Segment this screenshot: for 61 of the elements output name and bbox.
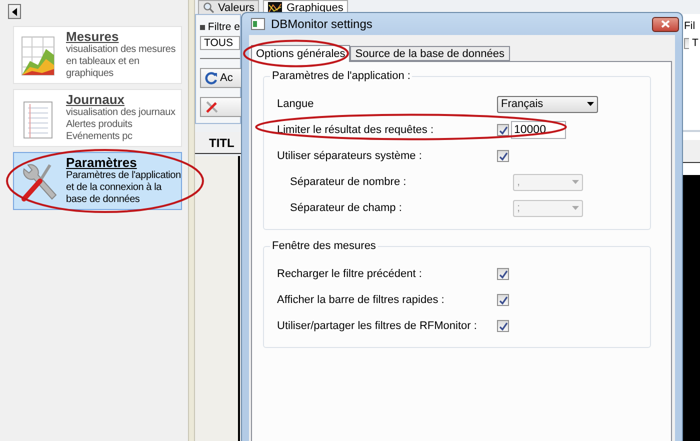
- caret-icon: [572, 180, 579, 184]
- filter-label: Filtre e: [200, 21, 240, 33]
- setting-label: Utiliser/partager les filtres de RFMonitor :: [277, 320, 478, 332]
- card-description: Paramètres de l'application: [66, 170, 181, 182]
- setting-label: Utiliser séparateurs système :: [277, 150, 423, 162]
- checkbox[interactable]: [497, 268, 509, 280]
- card-title: Journaux: [66, 92, 126, 107]
- table-header: [683, 140, 700, 163]
- setting-label: Séparateur de champ :: [290, 202, 403, 214]
- checkbox[interactable]: [684, 38, 689, 48]
- setting-label: Langue: [277, 98, 315, 110]
- search-icon: [203, 2, 214, 13]
- setting-label: Limiter le résultat des requêtes :: [277, 124, 435, 136]
- card-description: graphiques: [66, 68, 114, 80]
- chart-icon: [268, 2, 282, 14]
- settings-tab[interactable]: Options générales: [251, 45, 350, 62]
- limit-input[interactable]: 10000: [511, 121, 566, 139]
- collapse-button[interactable]: [8, 4, 21, 19]
- card-title: Paramètres: [66, 155, 138, 170]
- refresh-icon: [205, 72, 218, 85]
- card-description: Evénements pc: [66, 131, 134, 143]
- card-description: visualisation des journaux: [66, 107, 176, 119]
- card-description: visualisation des mesures: [66, 44, 176, 56]
- settings-tab[interactable]: Source de la base de données: [350, 46, 510, 61]
- caret-icon: [587, 102, 594, 106]
- toolbar-button[interactable]: [200, 97, 242, 117]
- checkbox[interactable]: [497, 320, 509, 332]
- card-description: Alertes produits: [66, 119, 134, 131]
- dropdown-value: ,: [517, 176, 520, 188]
- group-title: Fenêtre des mesures: [270, 240, 378, 252]
- checkbox[interactable]: [497, 150, 509, 162]
- navigation-card[interactable]: Paramètres Paramètres de l'application et de la connexion à la base de données: [13, 152, 182, 210]
- view-tab[interactable]: Valeurs: [198, 0, 260, 14]
- dropdown-value: Français: [501, 98, 544, 110]
- card-title: Mesures: [66, 29, 120, 44]
- filter-label: Fil: [684, 20, 696, 32]
- navigation-card[interactable]: Journaux visualisation des journaux Alertes produits Evénements pc: [13, 89, 182, 147]
- dropdown[interactable]: Français: [497, 96, 598, 112]
- bullet-icon: [200, 24, 205, 30]
- setting-label: Séparateur de nombre :: [290, 176, 408, 188]
- checkbox[interactable]: [497, 124, 509, 136]
- tools-icon: [205, 100, 218, 114]
- close-icon: [661, 20, 670, 28]
- column-header: TITL: [195, 132, 241, 154]
- window-title: DBMonitor settings: [271, 17, 374, 31]
- dropdown-value: ;: [517, 202, 520, 214]
- close-button[interactable]: [652, 16, 679, 32]
- filter-dropdown[interactable]: TOUS: [200, 36, 240, 50]
- card-description: base de données: [66, 194, 141, 206]
- left-triangle-icon: [12, 8, 17, 16]
- setting-label: Recharger le filtre précédent :: [277, 268, 423, 280]
- navigation-card[interactable]: Mesures visualisation des mesures en tableaux et en graphiques: [13, 26, 182, 84]
- card-description: en tableaux et en: [66, 56, 140, 68]
- caret-icon: [572, 206, 579, 210]
- checkbox-label: T: [692, 37, 698, 49]
- checkbox[interactable]: [497, 294, 509, 306]
- group-title: Paramètres de l'application :: [270, 70, 412, 82]
- window-icon: [251, 18, 265, 30]
- card-description: et de la connexion à la: [66, 182, 163, 194]
- toolbar-button[interactable]: Ac: [200, 68, 242, 88]
- setting-label: Afficher la barre de filtres rapides :: [277, 294, 446, 306]
